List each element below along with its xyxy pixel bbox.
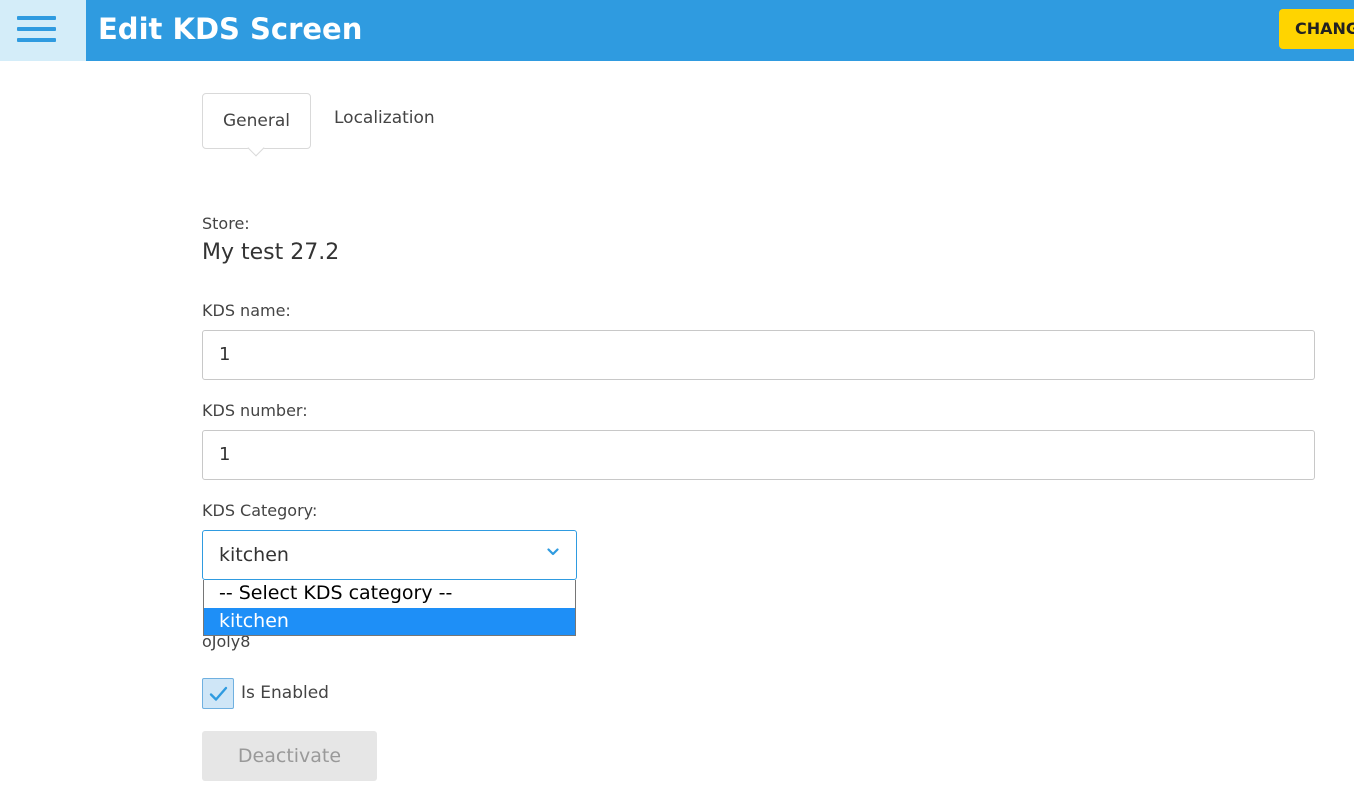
page-title: Edit KDS Screen [98,12,363,46]
kds-number-input[interactable]: 1 [202,430,1315,480]
kds-name-label: KDS name: [202,301,291,320]
change-button[interactable]: CHANG [1279,9,1354,49]
kds-category-select[interactable]: kitchen [202,530,577,580]
store-label: Store: [202,214,250,233]
kds-name-input[interactable]: 1 [202,330,1315,380]
dropdown-option-kitchen[interactable]: kitchen [204,608,575,635]
is-enabled-checkbox[interactable] [202,678,234,709]
kds-category-label: KDS Category: [202,501,318,520]
checkmark-icon [209,686,228,701]
store-value: My test 27.2 [202,240,340,265]
top-bar: Edit KDS Screen CHANG [0,0,1354,61]
chevron-down-icon [547,548,559,556]
is-enabled-label: Is Enabled [241,683,329,703]
menu-button[interactable] [0,0,86,61]
deactivate-button[interactable]: Deactivate [202,731,377,781]
dropdown-option-placeholder[interactable]: -- Select KDS category -- [204,580,575,607]
kds-number-label: KDS number: [202,401,308,420]
kds-category-dropdown: -- Select KDS category -- kitchen [203,580,576,636]
tab-localization[interactable]: Localization [334,108,435,128]
